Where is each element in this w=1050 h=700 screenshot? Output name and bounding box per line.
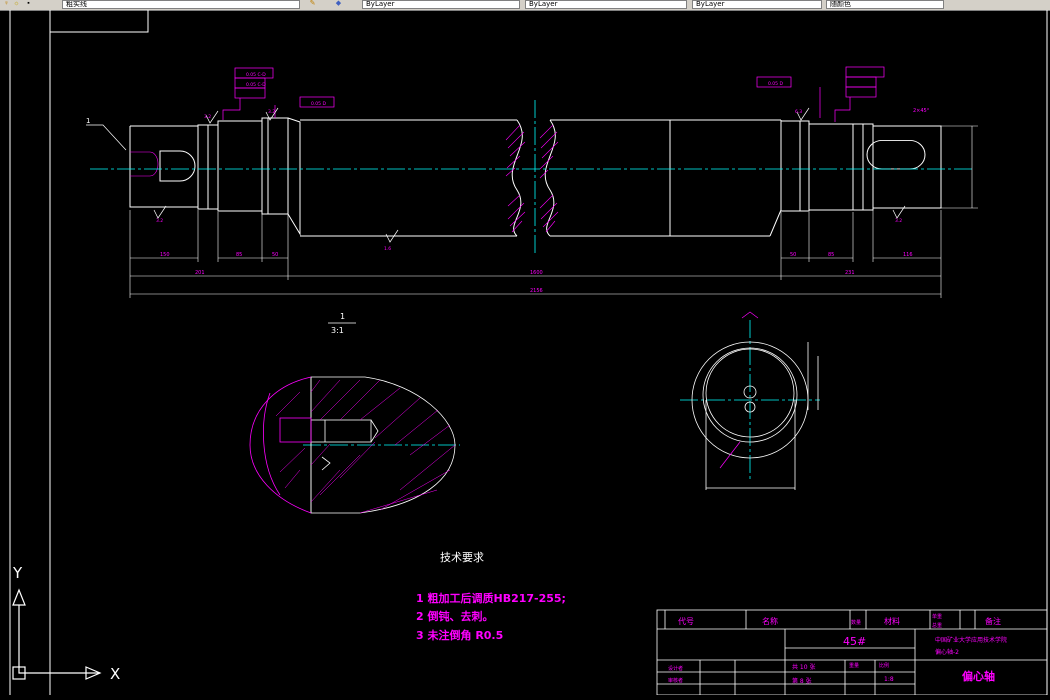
- ucs-icon: [12, 588, 102, 680]
- end-view: [691, 341, 819, 490]
- detail-view-label: 1 3:1: [328, 312, 356, 335]
- requirement-3: 3 未注倒角 R0.5: [416, 628, 503, 642]
- dim-50-left: 50: [272, 252, 278, 258]
- linetype-label-2: ByLayer: [529, 0, 558, 8]
- col-code: 代号: [678, 616, 694, 626]
- drawing-svg[interactable]: 150 201 85 50 1600 2156 50 85 231 116 2×…: [0, 10, 1050, 696]
- detail-leader: [86, 124, 127, 151]
- surface-roughness-symbols: [153, 107, 906, 243]
- shaft-main-view: [129, 117, 942, 237]
- weight-label: 重量: [849, 662, 859, 669]
- col-qty: 数量: [851, 619, 861, 626]
- title-block-text: 代号 名称 数量 材料 单重 总重 备注 45# 中国矿业大学应用技术学院 偏心…: [668, 613, 1007, 685]
- ucs-x-label: X: [110, 665, 120, 683]
- dim-2156: 2156: [530, 288, 543, 294]
- requirement-1: 1 粗加工后调质HB217-255;: [416, 591, 566, 605]
- plotstyle-label: 随颜色: [830, 0, 851, 8]
- tol-frame-3: 0.05 D: [311, 101, 326, 107]
- roughness-5: 3.2: [895, 218, 902, 224]
- tol-frame-1: 0.05 C-D: [246, 72, 266, 78]
- layer-lock-icon[interactable]: ▪: [24, 0, 33, 8]
- sun-icon[interactable]: ☼: [12, 0, 21, 8]
- layer-dropdown[interactable]: 粗实线: [62, 0, 300, 9]
- dim-116: 116: [903, 252, 913, 258]
- scale-value: 1:8: [884, 676, 894, 683]
- roughness-4: 3.2: [268, 109, 275, 115]
- detail-hatch: [275, 379, 456, 514]
- chamfer-note: 2×45°: [913, 108, 930, 114]
- shaft-break-hatch: [130, 124, 559, 233]
- detail-leader-number: 1: [86, 117, 90, 125]
- make-current-icon[interactable]: ✎: [308, 0, 317, 8]
- dim-50-right: 50: [790, 252, 796, 258]
- col-total-weight: 总重: [932, 622, 942, 629]
- tol-frame-4: 0.05 D: [768, 81, 783, 87]
- tolerance-frames: [222, 66, 885, 122]
- linetype-label-1: ByLayer: [366, 0, 395, 8]
- col-name: 名称: [762, 616, 778, 626]
- dim-85-left: 85: [236, 252, 242, 258]
- plotstyle-dropdown[interactable]: 随颜色: [826, 0, 944, 9]
- drawing-canvas[interactable]: 150 201 85 50 1600 2156 50 85 231 116 2×…: [0, 10, 1050, 696]
- dim-231: 231: [845, 270, 855, 276]
- ucs-y-label: Y: [12, 564, 23, 582]
- dim-1600: 1600: [530, 270, 543, 276]
- tech-requirements-title: 技术要求: [440, 551, 484, 564]
- technical-requirements: 技术要求 1 粗加工后调质HB217-255; 2 倒钝、去刺。 3 未注倒角 …: [416, 551, 566, 642]
- end-view-marks: [719, 311, 759, 469]
- scale-label: 比例: [879, 662, 889, 669]
- detail-scale: 3:1: [331, 326, 344, 335]
- roughness-1: 3.2: [156, 218, 163, 224]
- dimension-text: 150 201 85 50 1600 2156 50 85 231 116 2×…: [160, 108, 930, 294]
- requirement-2: 2 倒钝、去刺。: [416, 609, 493, 623]
- layer-previous-icon[interactable]: ◆: [334, 0, 343, 8]
- tol-frame-2: 0.05 C-D: [246, 82, 266, 88]
- sheet-number: 第 8 张: [792, 677, 812, 685]
- color-dropdown[interactable]: ByLayer: [362, 0, 520, 9]
- dim-201: 201: [195, 270, 205, 276]
- detail-label-number: 1: [340, 312, 345, 321]
- roughness-3: 1.6: [384, 246, 391, 252]
- col-unit-weight: 单重: [932, 613, 942, 620]
- part-name: 偏心轴: [962, 669, 995, 683]
- roughness-6: 6.3: [795, 109, 802, 115]
- col-remarks: 备注: [985, 616, 1001, 626]
- layer-state-icon[interactable]: ♀: [2, 0, 11, 8]
- lineweight-dropdown[interactable]: ByLayer: [692, 0, 822, 9]
- layer-name: 粗实线: [66, 0, 87, 8]
- material-value: 45#: [843, 635, 866, 648]
- dim-150: 150: [160, 252, 170, 258]
- lineweight-label: ByLayer: [696, 0, 725, 8]
- roughness-2: 3.2: [204, 114, 211, 120]
- school-name: 中国矿业大学应用技术学院: [935, 636, 1007, 644]
- drawing-number: 偏心轴-2: [935, 648, 959, 656]
- col-material: 材料: [884, 616, 900, 626]
- sheet-total: 共 10 张: [792, 663, 815, 671]
- tolerance-text: 0.05 C-D 0.05 C-D 0.05 D 0.05 D: [246, 72, 783, 107]
- checker-label: 审核者: [668, 677, 683, 684]
- designer-label: 设计者: [668, 665, 683, 672]
- dim-85-right: 85: [828, 252, 834, 258]
- linetype-dropdown[interactable]: ByLayer: [525, 0, 687, 9]
